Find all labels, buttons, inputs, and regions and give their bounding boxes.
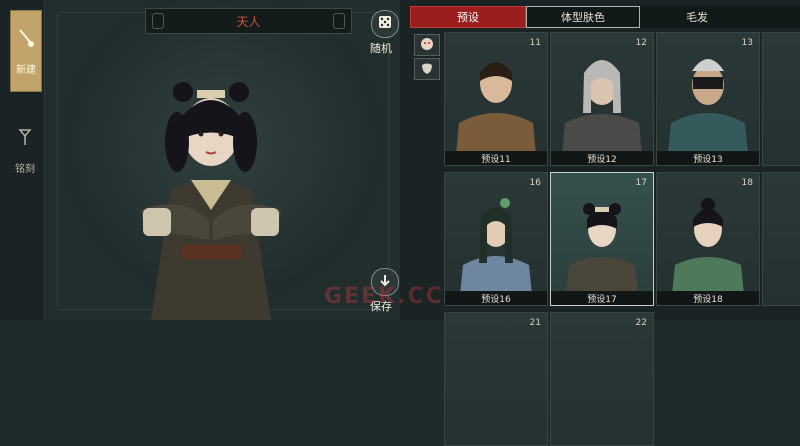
tab-body-skin-label: 体型肤色 xyxy=(561,11,605,24)
tab-bar: 预设 体型肤色 毛发 xyxy=(410,6,800,28)
preset-portrait xyxy=(671,198,745,305)
dice-icon xyxy=(377,14,393,34)
tab-hair[interactable]: 毛发 xyxy=(640,6,754,28)
preset-label: 预设16 xyxy=(445,291,547,305)
brush-icon xyxy=(17,27,35,53)
random-button[interactable] xyxy=(371,10,399,38)
preset-card[interactable]: 13 预设13 xyxy=(656,32,760,166)
mask-icon xyxy=(420,60,434,79)
tab-hair-label: 毛发 xyxy=(686,11,708,24)
nav-item-inscribe-label: 铭刻 xyxy=(15,163,35,175)
side-nav: 新建 铭刻 xyxy=(0,0,44,320)
nav-item-create-label: 新建 xyxy=(16,64,36,76)
name-plate-right-ornament xyxy=(333,13,345,29)
character-stage[interactable]: 天人 随机 保存 xyxy=(44,0,402,320)
preset-portrait xyxy=(455,62,537,165)
watermark: GEEK.CC xyxy=(324,284,444,309)
preset-label: 预设12 xyxy=(551,151,653,165)
preset-card[interactable]: 21 xyxy=(444,312,548,446)
character-name: 天人 xyxy=(236,14,261,29)
preset-portrait xyxy=(459,198,533,305)
tab-body-skin[interactable]: 体型肤色 xyxy=(526,6,640,28)
filter-male-button[interactable] xyxy=(414,58,440,80)
seal-icon xyxy=(16,126,34,152)
nav-item-create[interactable]: 新建 xyxy=(10,10,42,92)
name-plate[interactable]: 天人 xyxy=(145,8,352,34)
preset-card[interactable]: 22 xyxy=(550,312,654,446)
preset-portrait xyxy=(667,59,749,165)
preset-card[interactable]: 18 预设18 xyxy=(656,172,760,306)
preset-card[interactable]: 11 预设11 xyxy=(444,32,548,166)
preset-grid: 11 预设11 12 预设12 13 预设13 16 预设16 17 预设17 … xyxy=(444,32,800,446)
preset-label: 预设18 xyxy=(657,291,759,305)
tab-presets[interactable]: 预设 xyxy=(410,6,526,28)
filter-female-button[interactable] xyxy=(414,34,440,56)
preset-card[interactable]: 16 预设16 xyxy=(444,172,548,306)
preset-portrait xyxy=(561,60,643,165)
preset-card[interactable] xyxy=(762,32,800,166)
preset-panel: 预设 体型肤色 毛发 11 预设11 12 预设12 13 预设13 16 预设… xyxy=(400,0,800,446)
nav-item-inscribe[interactable]: 铭刻 xyxy=(10,110,40,190)
preset-label: 预设17 xyxy=(551,291,653,305)
random-label: 随机 xyxy=(370,42,392,55)
tab-presets-label: 预设 xyxy=(457,11,479,24)
face-icon xyxy=(420,36,434,55)
preset-card-selected[interactable]: 17 预设17 xyxy=(550,172,654,306)
preset-label: 预设11 xyxy=(445,151,547,165)
preset-card[interactable]: 12 预设12 xyxy=(550,32,654,166)
preset-portrait xyxy=(565,203,639,305)
character-portrait xyxy=(141,82,281,320)
preset-label: 预设13 xyxy=(657,151,759,165)
preset-card[interactable] xyxy=(762,172,800,306)
name-plate-left-ornament xyxy=(152,13,164,29)
